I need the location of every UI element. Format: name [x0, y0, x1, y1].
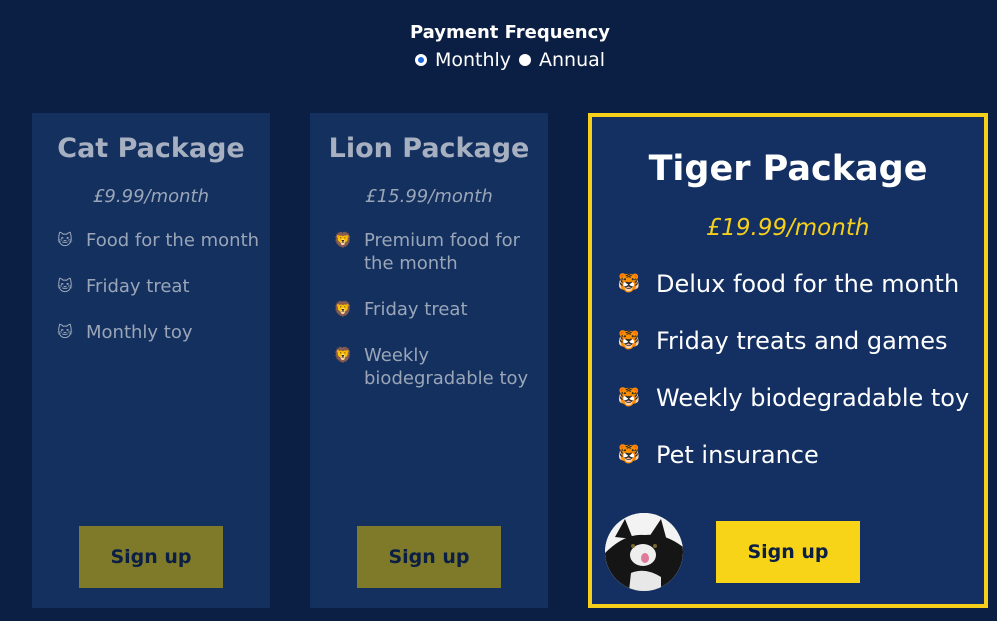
cat-avatar	[605, 513, 683, 591]
payment-frequency-options: Monthly Annual	[0, 49, 997, 71]
lion-face-icon: 🦁	[333, 231, 353, 249]
cat-face-icon: 🐱	[57, 231, 73, 249]
list-item: 🐱 Monthly toy	[54, 321, 260, 344]
feature-text: Food for the month	[86, 230, 260, 251]
feature-text: Premium food for the month	[364, 230, 521, 274]
list-item: 🦁 Friday treat	[332, 298, 538, 321]
lion-face-icon: 🦁	[333, 300, 353, 318]
list-item: 🐯 Pet insurance	[616, 440, 984, 470]
package-title: Lion Package	[328, 133, 530, 164]
package-title: Cat Package	[57, 133, 245, 164]
lion-sign-up-button[interactable]: Sign up	[357, 526, 501, 588]
cat-package-card: Cat Package £9.99/month 🐱 Food for the mo…	[32, 113, 270, 608]
feature-text: Delux food for the month	[656, 270, 960, 298]
feature-list: 🐯 Delux food for the month 🐯 Friday treats…	[592, 269, 984, 470]
list-item: 🦁 Weekly biodegradable toy	[332, 344, 538, 390]
feature-text: Monthly toy	[86, 322, 193, 343]
lion-face-icon: 🦁	[333, 346, 353, 364]
package-price: £19.99/month	[706, 215, 870, 241]
lion-package-card: Lion Package £15.99/month 🦁 Premium food …	[310, 113, 548, 608]
feature-text: Friday treat	[86, 276, 190, 297]
list-item: 🐱 Food for the month	[54, 229, 260, 252]
cat-face-icon: 🐱	[57, 277, 73, 295]
feature-list: 🐱 Food for the month 🐱 Friday treat 🐱 Month…	[32, 229, 270, 344]
package-price: £15.99/month	[365, 186, 493, 207]
tiger-face-icon: 🐯	[617, 273, 641, 294]
package-price: £9.99/month	[92, 186, 209, 207]
list-item: 🐱 Friday treat	[54, 275, 260, 298]
annual-radio[interactable]	[519, 54, 532, 66]
cat-sign-up-button[interactable]: Sign up	[79, 526, 223, 588]
feature-text: Weekly biodegradable toy	[364, 345, 529, 389]
monthly-radio[interactable]	[414, 54, 427, 66]
cat-photo-image	[605, 513, 683, 591]
annual-option[interactable]: Annual	[519, 49, 605, 71]
cat-face-icon: 🐱	[57, 323, 73, 341]
tiger-face-icon: 🐯	[617, 387, 641, 408]
monthly-option[interactable]: Monthly	[414, 49, 511, 71]
feature-text: Friday treat	[364, 299, 468, 320]
annual-label[interactable]: Annual	[539, 49, 605, 71]
feature-text: Friday treats and games	[656, 327, 948, 355]
payment-frequency-title: Payment Frequency	[409, 22, 611, 43]
package-title: Tiger Package	[648, 149, 928, 189]
list-item: 🐯 Delux food for the month	[616, 269, 984, 299]
list-item: 🐯 Friday treats and games	[616, 326, 984, 356]
monthly-label[interactable]: Monthly	[435, 49, 511, 71]
tiger-face-icon: 🐯	[617, 330, 641, 351]
list-item: 🦁 Premium food for the month	[332, 229, 538, 275]
feature-text: Weekly biodegradable toy	[656, 384, 970, 412]
feature-text: Pet insurance	[656, 441, 819, 469]
tiger-sign-up-button[interactable]: Sign up	[716, 521, 860, 583]
feature-list: 🦁 Premium food for the month 🦁 Friday trea…	[310, 229, 548, 390]
payment-frequency: Payment Frequency Monthly Annual	[0, 22, 997, 71]
tiger-package-card: Tiger Package £19.99/month 🐯 Delux food f…	[588, 113, 988, 608]
tiger-face-icon: 🐯	[617, 444, 641, 465]
list-item: 🐯 Weekly biodegradable toy	[616, 383, 984, 413]
